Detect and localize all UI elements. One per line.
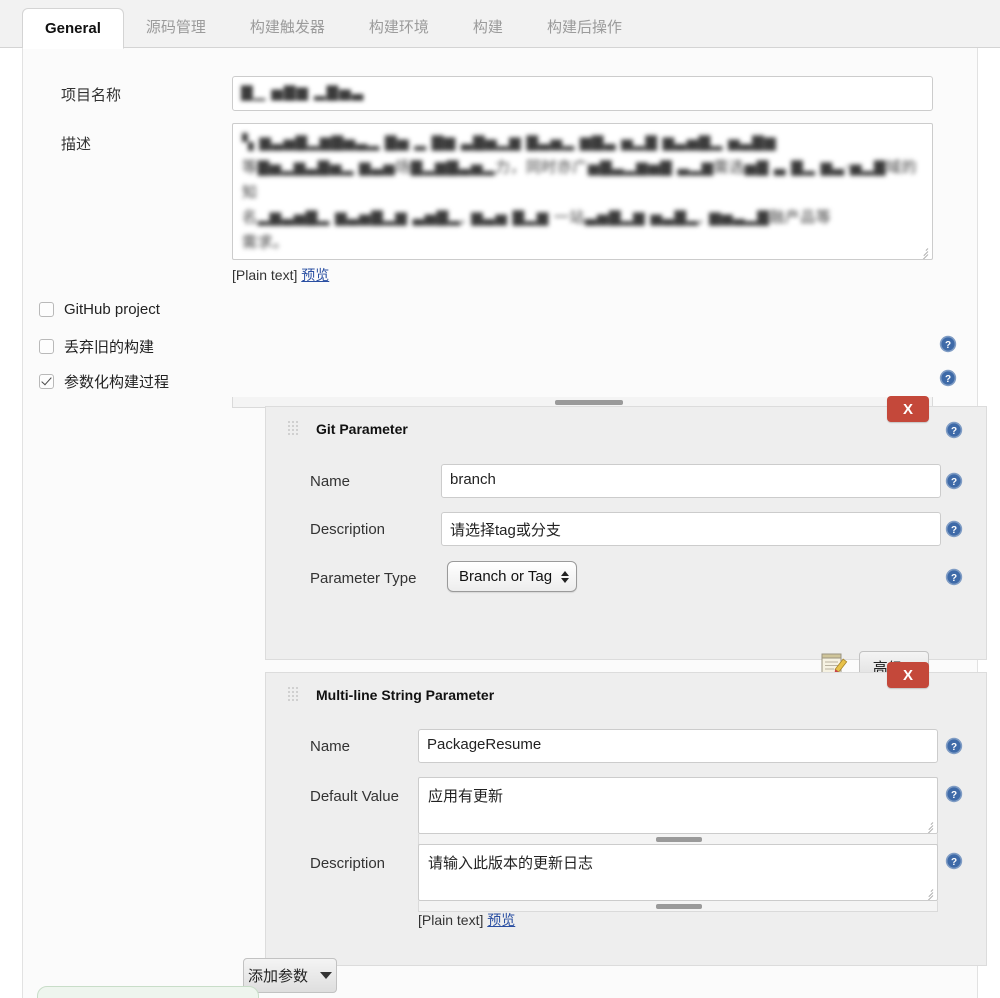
multiline-parameter-name-label: Name xyxy=(310,738,351,755)
git-parameter-title: Git Parameter xyxy=(316,421,408,437)
tab-general[interactable]: General xyxy=(22,8,124,49)
select-stepper-arrows-icon xyxy=(561,569,570,585)
drag-handle-icon[interactable] xyxy=(288,687,302,703)
multiline-parameter-description-textarea[interactable]: 请输入此版本的更新日志 xyxy=(418,844,938,901)
multiline-parameter-delete-button[interactable]: X xyxy=(887,662,929,688)
svg-text:?: ? xyxy=(951,477,957,488)
tab-post-build-actions[interactable]: 构建后操作 xyxy=(525,8,644,48)
parameterized-build-help-icon[interactable]: ? xyxy=(939,369,957,387)
multiline-parameter-title: Multi-line String Parameter xyxy=(316,687,495,703)
multiline-parameter-default-value-help-icon[interactable]: ? xyxy=(945,785,963,803)
multiline-default-value-text: 应用有更新 xyxy=(428,788,504,805)
drag-handle-icon[interactable] xyxy=(288,421,302,437)
description-label: 描述 xyxy=(61,136,92,153)
svg-text:?: ? xyxy=(951,525,957,536)
svg-text:?: ? xyxy=(951,790,957,801)
git-parameter-header: Git Parameter xyxy=(288,421,408,437)
scrollbar-thumb[interactable] xyxy=(555,400,623,405)
multiline-description-markup-info: [Plain text] 预览 xyxy=(418,910,515,930)
resize-grip-icon[interactable] xyxy=(922,886,935,900)
plain-text-label: [Plain text] xyxy=(232,267,298,283)
scrollbar-thumb[interactable] xyxy=(656,837,702,842)
preview-link[interactable]: 预览 xyxy=(301,267,329,283)
git-parameter-name-help-icon[interactable]: ? xyxy=(945,472,963,490)
git-parameter-description-help-icon[interactable]: ? xyxy=(945,520,963,538)
multiline-parameter-description-help-icon[interactable]: ? xyxy=(945,852,963,870)
config-tab-bar: General 源码管理 构建触发器 构建环境 构建 构建后操作 xyxy=(0,0,1000,49)
multiline-parameter-default-value-label: Default Value xyxy=(310,788,399,805)
multiline-parameter-default-value-textarea[interactable]: 应用有更新 xyxy=(418,777,938,834)
chevron-down-icon xyxy=(320,972,332,979)
add-parameter-label: 添加参数 xyxy=(247,968,308,985)
project-name-input[interactable]: ▇▁ ▅▇▆ ▂▇▅▃ xyxy=(232,76,933,111)
resize-grip-icon[interactable] xyxy=(917,245,930,259)
git-parameter-type-help-icon[interactable]: ? xyxy=(945,568,963,586)
git-parameter-name-input[interactable]: branch xyxy=(441,464,941,498)
tab-build[interactable]: 构建 xyxy=(451,8,525,48)
github-project-checkbox[interactable] xyxy=(39,302,54,317)
checkbox-row-github-project[interactable]: GitHub project xyxy=(39,301,160,318)
checkbox-row-parameterized-build[interactable]: 参数化构建过程 xyxy=(39,371,169,392)
bottom-green-panel xyxy=(37,986,259,998)
svg-text:?: ? xyxy=(951,573,957,584)
tab-build-environment[interactable]: 构建环境 xyxy=(347,8,451,48)
description-textarea[interactable]: ▚ ▆▃▅▇▂▆▇▅▃▂ ▇▅ ▂ ▇▆ ▃▇▅▂▆ ▇▃▅▂ ▆▇▃ ▅▂▇ … xyxy=(232,123,933,260)
github-project-label: GitHub project xyxy=(64,301,160,318)
svg-text:?: ? xyxy=(951,426,957,437)
parameter-panel-multiline-string: Multi-line String Parameter X Name Packa… xyxy=(265,662,987,966)
git-parameter-description-label: Description xyxy=(310,521,386,538)
plain-text-label: [Plain text] xyxy=(418,912,484,928)
parameterized-build-label: 参数化构建过程 xyxy=(64,374,170,391)
jenkins-job-config-page: General 源码管理 构建触发器 构建环境 构建 构建后操作 项目名称 ▇▁… xyxy=(0,0,1000,998)
checkbox-row-discard-old-builds[interactable]: 丢弃旧的构建 xyxy=(39,336,154,357)
add-parameter-button[interactable]: 添加参数 xyxy=(243,958,337,993)
scrollbar-thumb[interactable] xyxy=(656,904,702,909)
config-form-body: 项目名称 ▇▁ ▅▇▆ ▂▇▅▃ 描述 ▚ ▆▃▅▇▂▆▇▅▃▂ ▇▅ ▂ ▇▆… xyxy=(22,48,987,998)
git-parameter-delete-button[interactable]: X xyxy=(887,396,929,422)
tab-build-triggers[interactable]: 构建触发器 xyxy=(228,8,347,48)
resize-grip-icon[interactable] xyxy=(922,819,935,833)
git-parameter-type-value: Branch or Tag xyxy=(459,568,553,585)
tab-list: General 源码管理 构建触发器 构建环境 构建 构建后操作 xyxy=(0,0,1000,49)
parameterized-build-checkbox[interactable] xyxy=(39,374,54,389)
svg-text:?: ? xyxy=(945,340,951,351)
multiline-parameter-header: Multi-line String Parameter xyxy=(288,687,494,703)
multiline-parameter-name-input[interactable]: PackageResume xyxy=(418,729,938,763)
preview-link[interactable]: 预览 xyxy=(487,912,515,928)
git-parameter-type-select[interactable]: Branch or Tag xyxy=(447,561,578,592)
git-parameter-type-label: Parameter Type xyxy=(310,570,417,587)
multiline-parameter-description-label: Description xyxy=(310,855,386,872)
parameter-panel-git-parameter: Git Parameter X Name branch Description … xyxy=(265,396,987,683)
project-name-value: ▇▁ ▅▇▆ ▂▇▅▃ xyxy=(241,84,365,101)
svg-text:?: ? xyxy=(945,374,951,385)
discard-old-builds-help-icon[interactable]: ? xyxy=(939,335,957,353)
multiline-description-text: 请输入此版本的更新日志 xyxy=(428,855,594,872)
svg-text:?: ? xyxy=(951,742,957,753)
svg-text:?: ? xyxy=(951,857,957,868)
discard-old-builds-label: 丢弃旧的构建 xyxy=(64,339,155,356)
description-value: ▚ ▆▃▅▇▂▆▇▅▃▂ ▇▅ ▂ ▇▆ ▃▇▅▂▆ ▇▃▅▂ ▆▇▃ ▅▂▇ … xyxy=(242,133,917,251)
multiline-parameter-name-help-icon[interactable]: ? xyxy=(945,737,963,755)
project-name-label: 项目名称 xyxy=(61,87,122,104)
discard-old-builds-checkbox[interactable] xyxy=(39,339,54,354)
tab-scm[interactable]: 源码管理 xyxy=(124,8,228,48)
git-parameter-name-label: Name xyxy=(310,473,351,490)
git-parameter-description-input[interactable]: 请选择tag或分支 xyxy=(441,512,941,546)
description-markup-info: [Plain text] 预览 xyxy=(232,265,329,285)
git-parameter-help-icon[interactable]: ? xyxy=(945,421,963,439)
